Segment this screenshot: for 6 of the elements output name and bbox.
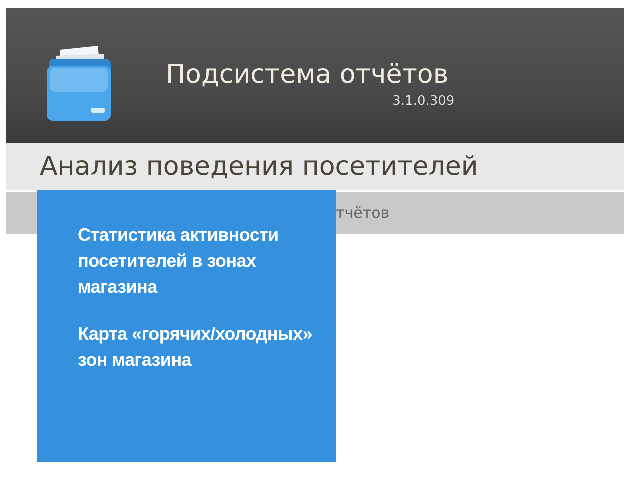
menu-item[interactable]: Карта «горячих/холодных» зон магазина — [78, 321, 318, 373]
menu-item[interactable]: Статистика активности посетителей в зонах магазина — [78, 222, 318, 300]
app-title: Подсистема отчётов — [166, 59, 449, 92]
menu-title[interactable]: Анализ поведения посетителей — [40, 152, 478, 182]
version-label: 3.1.0.309 — [392, 94, 455, 110]
sub-bar-text[interactable]: тчётов — [336, 204, 390, 222]
